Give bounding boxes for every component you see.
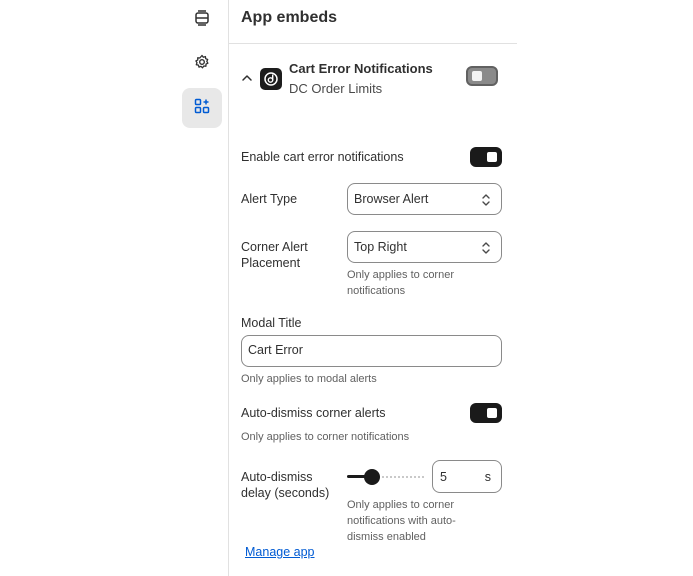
placement-value: Top Right xyxy=(354,240,407,254)
slider-thumb[interactable] xyxy=(364,469,380,485)
delay-value: 5 xyxy=(440,470,447,484)
delay-label-line2: delay (seconds) xyxy=(241,486,330,500)
placement-select[interactable]: Top Right xyxy=(347,231,502,263)
app-embeds-icon xyxy=(194,98,210,119)
toggle-knob xyxy=(487,408,497,418)
theme-settings-button[interactable] xyxy=(182,44,222,84)
placement-label-line1: Corner Alert xyxy=(241,240,308,254)
modal-title-input[interactable] xyxy=(248,343,488,357)
sections-button[interactable] xyxy=(182,0,222,40)
placement-help-line1: Only applies to corner xyxy=(347,269,454,281)
embed-enable-toggle[interactable] xyxy=(466,66,498,86)
enable-notifications-label: Enable cart error notifications xyxy=(241,150,404,164)
alert-type-value: Browser Alert xyxy=(354,192,429,206)
delay-help-line2: notifications with auto- xyxy=(347,515,456,527)
enable-notifications-toggle[interactable] xyxy=(470,147,502,167)
page-title: App embeds xyxy=(241,9,338,26)
placement-label-line2: Placement xyxy=(241,256,301,270)
delay-help-line1: Only applies to corner xyxy=(347,499,454,511)
auto-dismiss-help: Only applies to corner notifications xyxy=(241,431,410,443)
modal-title-help: Only applies to modal alerts xyxy=(241,373,377,385)
slider-track xyxy=(382,476,425,478)
delay-number-field[interactable]: 5 s xyxy=(432,460,502,493)
app-embeds-button[interactable] xyxy=(182,88,222,128)
alert-type-select[interactable]: Browser Alert xyxy=(347,183,502,215)
toggle-knob xyxy=(487,152,497,162)
select-arrows-icon xyxy=(480,240,492,256)
delay-suffix: s xyxy=(484,470,491,484)
alert-type-label: Alert Type xyxy=(241,192,298,206)
manage-app-link[interactable]: Manage app xyxy=(245,545,315,559)
select-arrows-icon xyxy=(480,192,492,208)
embed-header[interactable]: Cart Error Notifications DC Order Limits xyxy=(229,56,517,102)
embed-name: Cart Error Notifications xyxy=(289,61,433,76)
placement-help-line2: notifications xyxy=(347,285,406,297)
embed-app-name: DC Order Limits xyxy=(289,81,383,96)
delay-help-line3: dismiss enabled xyxy=(347,531,426,543)
modal-title-field[interactable] xyxy=(241,335,502,367)
chevron-up-icon[interactable] xyxy=(239,70,255,86)
dc-order-limits-logo xyxy=(260,68,282,90)
settings-gear-icon xyxy=(194,54,210,75)
sections-icon xyxy=(194,9,210,31)
delay-slider[interactable] xyxy=(347,466,425,486)
auto-dismiss-toggle[interactable] xyxy=(470,403,502,423)
panel-header: App embeds xyxy=(229,0,517,44)
editor-sidebar-rail xyxy=(180,0,228,576)
toggle-knob xyxy=(472,71,482,81)
modal-title-label: Modal Title xyxy=(241,316,302,330)
auto-dismiss-label: Auto-dismiss corner alerts xyxy=(241,406,386,420)
delay-label-line1: Auto-dismiss xyxy=(241,470,313,484)
app-embeds-panel: App embeds Cart Error Notifications DC O… xyxy=(229,0,517,576)
